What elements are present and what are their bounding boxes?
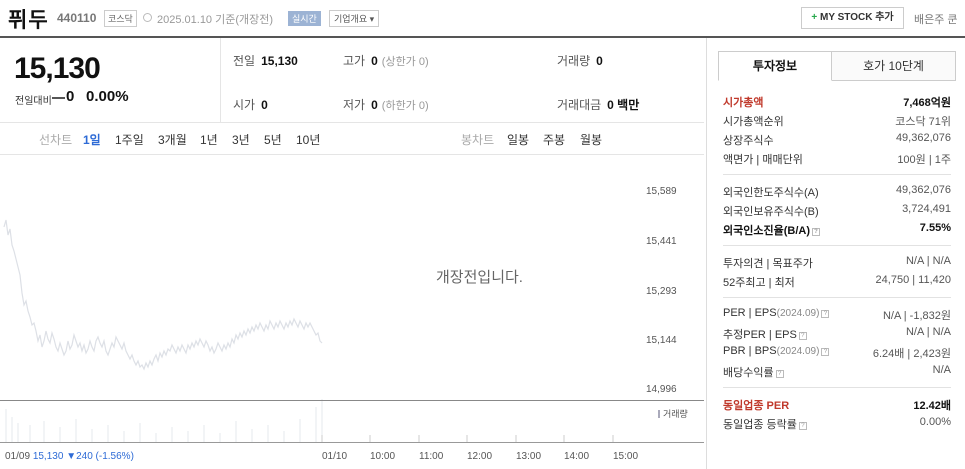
stat-high: 고가 0 (상한가 0) [343,54,429,68]
user-label[interactable]: 배은주 쿤 [914,11,958,27]
realtime-badge[interactable]: 실시간 [288,11,321,26]
market-badge: 코스닥 [104,10,137,27]
period-3m[interactable]: 3개월 [158,131,187,148]
help-icon[interactable]: ? [798,422,807,430]
investment-info-panel: 투자정보 호가 10단계 시가총액 7,468억원 시가총액순위 코스닥 71위 상… [706,38,965,469]
diff-value: 0 [66,88,75,105]
previous-day-price-line [3,219,323,371]
x-label: 11:00 [419,451,444,462]
pre-market-message: 개장전입니다. [436,269,523,286]
help-icon[interactable]: ? [821,310,830,318]
stat-low: 저가 0 (하한가 0) [343,98,429,112]
volume-legend-icon [658,410,660,418]
help-icon[interactable]: ? [775,370,784,378]
divider [723,297,951,298]
help-icon[interactable]: ? [798,332,807,340]
volume-legend: 거래량 [658,407,688,420]
period-3y[interactable]: 3년 [232,131,250,148]
stat-open: 시가 0 [233,98,268,112]
stat-amount: 거래대금 0 백만 [557,98,640,112]
y-tick: 15,144 [646,335,677,346]
stock-code: 440110 [57,11,97,25]
company-overview-button[interactable]: 기업개요 ▾ [329,10,380,27]
current-price: 15,130 [14,52,101,85]
diff-label: 전일대비 [15,96,52,107]
candle-weekly[interactable]: 주봉 [543,131,565,148]
help-icon[interactable]: ? [812,228,820,236]
stat-prev: 전일 15,130 [233,54,298,68]
chart-baseline [0,400,704,401]
x-label: 13:00 [516,451,542,462]
price-chart[interactable] [0,155,640,442]
plus-icon: + [811,12,818,23]
x-label: 10:00 [370,451,396,462]
diff-percent: 0.00% [86,88,129,105]
divider [723,245,951,246]
quote-date: 2025.01.10 기준(개장전) [157,14,274,26]
candle-monthly[interactable]: 월봉 [580,131,602,148]
divider [723,174,951,175]
flat-icon [52,97,65,99]
y-tick: 15,441 [646,236,677,247]
x-label-prev-day: 01/09 15,130 ▼240 (-1.56%) [5,451,134,462]
period-1y[interactable]: 1년 [200,131,218,148]
stat-volume: 거래량 0 [557,54,603,68]
line-chart-label[interactable]: 선차트 [39,131,72,148]
stock-header: 퓌두 440110 코스닥 2025.01.10 기준(개장전) 실시간 기업개… [0,0,965,36]
volume-bars [5,399,323,442]
divider [0,122,704,123]
divider [723,387,951,388]
tab-investment-info[interactable]: 투자정보 [718,51,832,81]
x-gridlines [321,435,614,442]
clock-icon [143,13,152,22]
period-10y[interactable]: 10년 [296,131,320,148]
stock-name: 퓌두 [8,9,49,32]
x-label: 12:00 [467,451,493,462]
add-my-stock-button[interactable]: + MY STOCK 추가 [801,7,904,29]
period-5y[interactable]: 5년 [264,131,282,148]
y-tick: 15,293 [646,286,677,297]
x-label: 15:00 [613,451,639,462]
y-tick: 14,996 [646,384,677,395]
period-1w[interactable]: 1주일 [115,131,144,148]
tab-orderbook[interactable]: 호가 10단계 [832,51,956,81]
y-tick: 15,589 [646,186,677,197]
x-label: 01/10 [322,451,348,462]
candle-chart-label[interactable]: 봉차트 [461,131,494,148]
period-1d[interactable]: 1일 [83,131,101,148]
help-icon[interactable]: ? [821,348,830,356]
x-axis [0,442,704,443]
candle-daily[interactable]: 일봉 [507,131,529,148]
divider [220,38,221,122]
x-label: 14:00 [564,451,590,462]
